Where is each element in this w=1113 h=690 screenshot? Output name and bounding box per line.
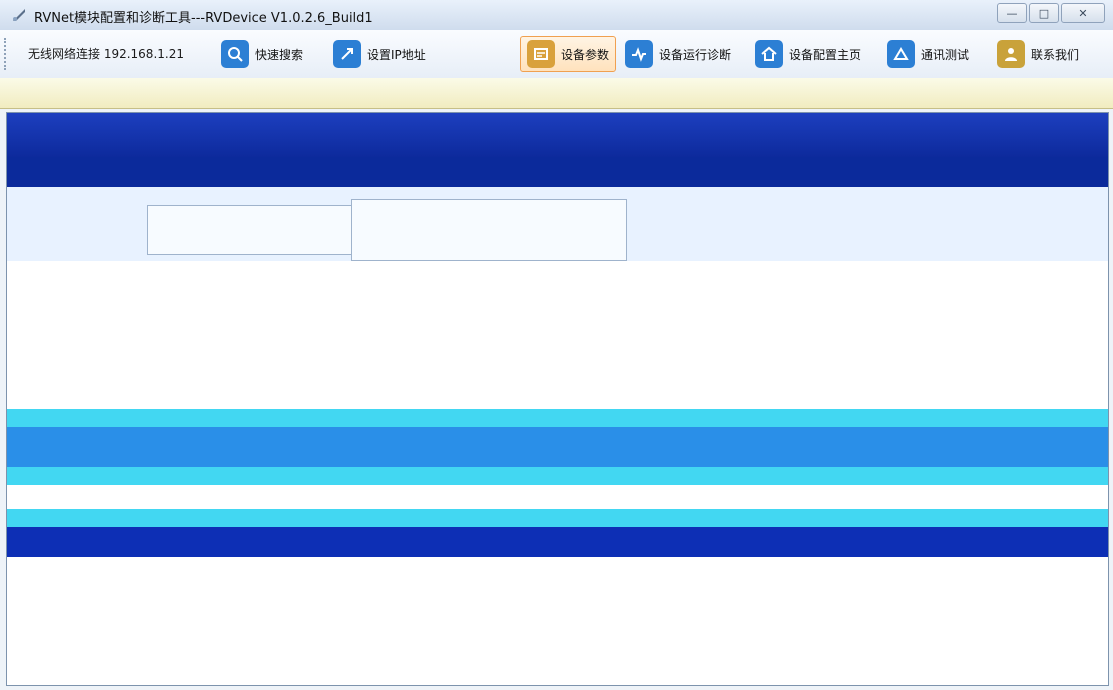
device-section (7, 187, 1108, 261)
device-params-icon (527, 40, 555, 68)
row-stripe (7, 409, 1108, 427)
contact-icon (997, 40, 1025, 68)
row-band (7, 427, 1108, 467)
toolbar-diagnostics[interactable]: 设备运行诊断 (618, 36, 738, 72)
window-controls: — □ ✕ (997, 3, 1105, 23)
toolbar-label: 通讯测试 (921, 47, 970, 62)
device-model-group (351, 199, 627, 261)
info-band (0, 78, 1113, 109)
search-icon (221, 40, 249, 68)
toolbar-label: 快速搜索 (255, 47, 304, 62)
toolbar-label: 设备配置主页 (789, 47, 862, 62)
toolbar-grip[interactable] (4, 38, 9, 70)
maximize-button[interactable]: □ (1029, 3, 1059, 23)
ip-config-icon (333, 40, 361, 68)
minimize-button[interactable]: — (997, 3, 1027, 23)
test-icon (887, 40, 915, 68)
app-icon (13, 9, 25, 21)
network-status: 无线网络连接 192.168.1.21 (28, 47, 184, 61)
toolbar-device-params[interactable]: 设备参数 (520, 36, 617, 72)
toolbar-label: 设备运行诊断 (659, 47, 732, 62)
title-bar: RVNet模块配置和诊断工具---RVDevice V1.0.2.6_Build… (0, 0, 1113, 31)
toolbar-comm-test[interactable]: 通讯测试 (880, 36, 976, 72)
panel-subheader (7, 157, 1108, 187)
row-stripe (7, 467, 1108, 485)
home-icon (755, 40, 783, 68)
toolbar-label: 设备参数 (561, 47, 610, 62)
main-toolbar: 无线网络连接 192.168.1.21 快速搜索 设置IP地址 设备参数 设备运… (0, 30, 1113, 79)
row-stripe (7, 509, 1108, 527)
row-band (7, 527, 1108, 557)
window-title: RVNet模块配置和诊断工具---RVDevice V1.0.2.6_Build… (34, 11, 373, 26)
main-panel (6, 112, 1109, 686)
toolbar-config-home[interactable]: 设备配置主页 (748, 36, 868, 72)
toolbar-label: 联系我们 (1031, 47, 1080, 62)
diagnostic-icon (625, 40, 653, 68)
toolbar-quick-search[interactable]: 快速搜索 (214, 36, 310, 72)
toolbar-set-ip[interactable]: 设置IP地址 (326, 36, 433, 72)
application-window: RVNet模块配置和诊断工具---RVDevice V1.0.2.6_Build… (0, 0, 1113, 690)
panel-header (7, 113, 1108, 157)
toolbar-contact[interactable]: 联系我们 (990, 36, 1086, 72)
toolbar-label: 设置IP地址 (367, 47, 426, 62)
close-button[interactable]: ✕ (1061, 3, 1105, 23)
